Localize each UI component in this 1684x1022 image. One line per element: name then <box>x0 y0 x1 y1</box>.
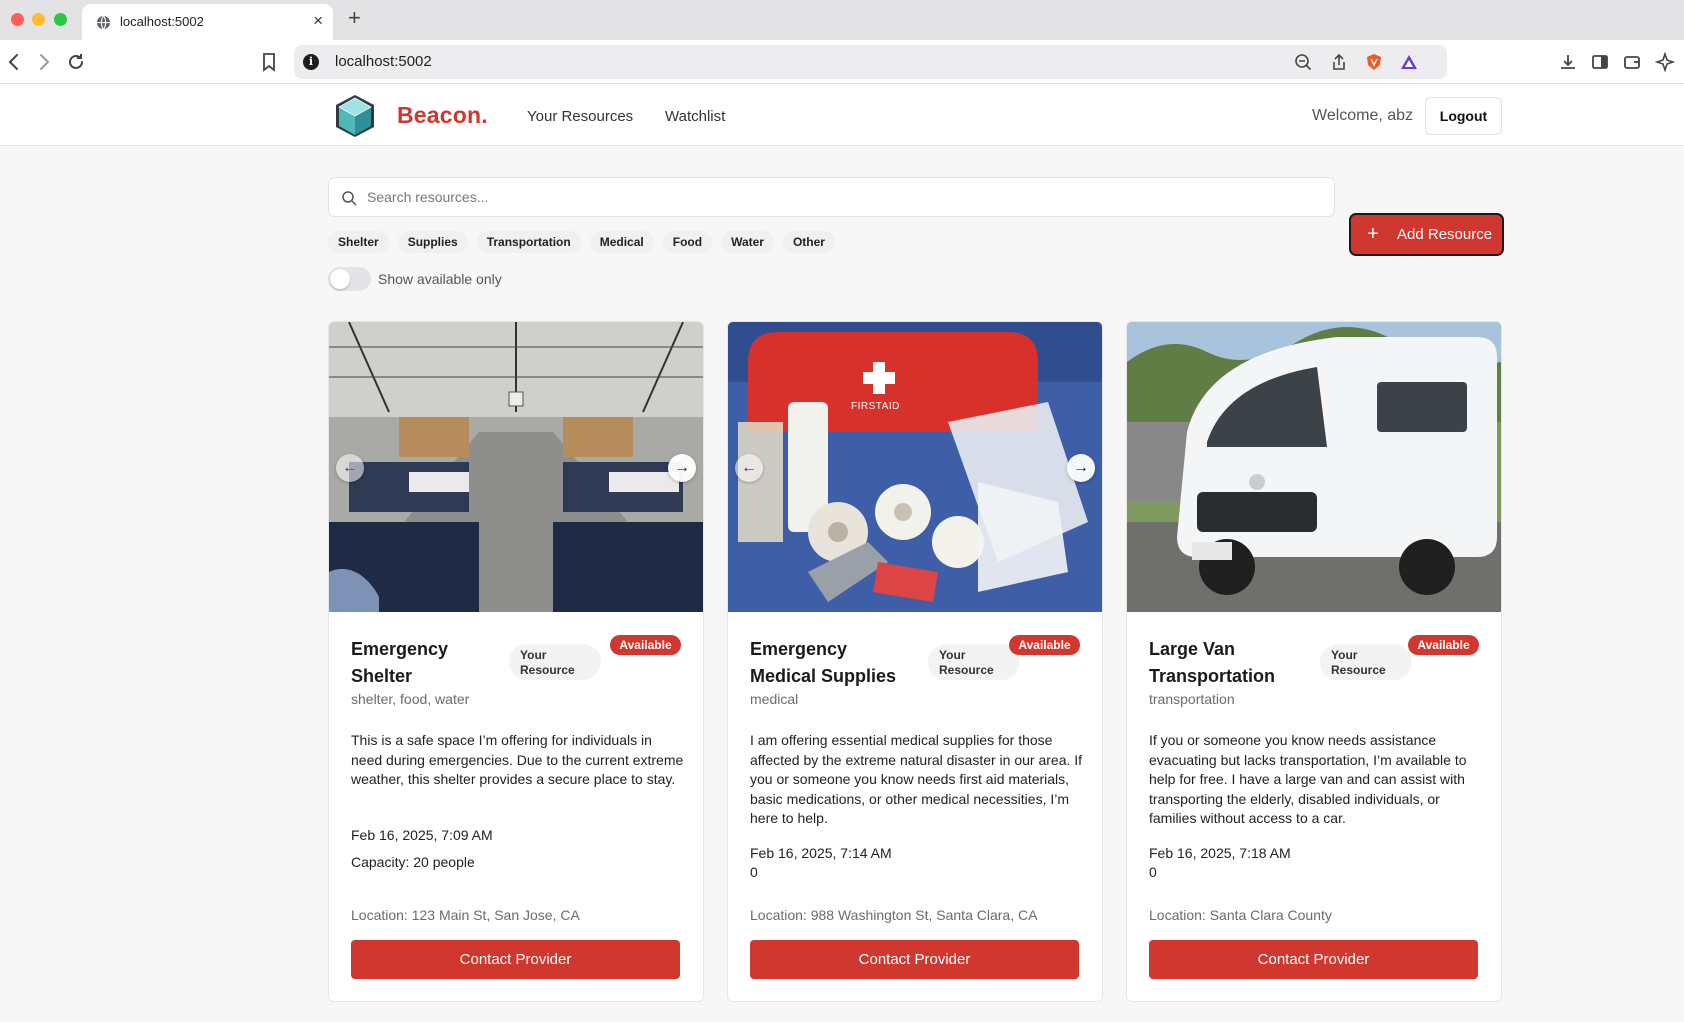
card-extra: 0 <box>750 864 758 880</box>
search-input[interactable] <box>367 178 1317 216</box>
chip-supplies[interactable]: Supplies <box>397 231 468 253</box>
card-capacity: Capacity: 20 people <box>351 854 475 870</box>
chip-shelter[interactable]: Shelter <box>328 231 389 253</box>
app-header: Beacon. Your Resources Watchlist Welcome… <box>0 84 1684 146</box>
sidebar-icon[interactable] <box>1590 52 1610 72</box>
browser-toolbar: i localhost:5002 <box>0 40 1684 84</box>
browser-tab-bar: localhost:5002 × + <box>0 0 1684 40</box>
resource-card: ← → Emergency Shelter Your Resource Avai… <box>328 321 704 1002</box>
leo-ai-icon[interactable] <box>1655 52 1675 72</box>
welcome-text: Welcome, abz <box>1312 107 1414 124</box>
next-image-button[interactable]: → <box>1067 454 1095 482</box>
card-location: Location: 988 Washington St, Santa Clara… <box>750 907 1038 923</box>
plus-icon: + <box>1367 223 1379 245</box>
status-badge: Available <box>1009 635 1080 655</box>
card-description: If you or someone you know needs assista… <box>1149 732 1467 826</box>
add-resource-button[interactable]: + Add Resource <box>1349 213 1504 256</box>
card-date: Feb 16, 2025, 7:14 AM <box>750 845 892 861</box>
reload-icon[interactable] <box>66 52 86 72</box>
status-badge: Available <box>610 635 681 655</box>
card-date: Feb 16, 2025, 7:18 AM <box>1149 845 1291 861</box>
your-resource-badge: Your Resource <box>928 644 1020 680</box>
close-window-button[interactable] <box>11 13 24 26</box>
van-photo <box>1127 322 1501 612</box>
share-icon[interactable] <box>1330 53 1348 71</box>
previous-image-button[interactable]: ← <box>336 454 364 482</box>
shelter-photo <box>329 322 703 612</box>
card-categories: transportation <box>1149 691 1235 707</box>
bookmark-icon[interactable] <box>259 52 279 72</box>
add-resource-label: Add Resource <box>1397 226 1493 243</box>
card-location: Location: 123 Main St, San Jose, CA <box>351 907 580 923</box>
brave-rewards-icon[interactable] <box>1400 53 1418 71</box>
available-only-label: Show available only <box>378 271 502 287</box>
back-icon[interactable] <box>4 52 24 72</box>
new-tab-icon[interactable]: + <box>348 6 361 30</box>
site-info-icon[interactable]: i <box>303 54 319 70</box>
tab-title: localhost:5002 <box>120 14 204 29</box>
nav-watchlist[interactable]: Watchlist <box>665 108 725 125</box>
resource-image <box>1127 322 1501 612</box>
card-title: Large Van Transportation <box>1149 639 1276 686</box>
card-description: I am offering essential medical supplies… <box>750 732 1083 826</box>
card-categories: medical <box>750 691 799 707</box>
minimize-window-button[interactable] <box>32 13 45 26</box>
logout-button[interactable]: Logout <box>1425 97 1502 135</box>
your-resource-badge: Your Resource <box>1320 644 1412 680</box>
resource-card: Large Van Transportation Your Resource A… <box>1126 321 1502 1002</box>
search-icon <box>342 191 357 206</box>
zoom-out-icon[interactable] <box>1294 53 1312 71</box>
brave-shield-icon[interactable] <box>1365 53 1383 71</box>
forward-icon[interactable] <box>34 52 54 72</box>
chip-medical[interactable]: Medical <box>589 231 654 253</box>
brand-name[interactable]: Beacon. <box>397 102 488 129</box>
first-aid-photo <box>728 322 1102 612</box>
chip-food[interactable]: Food <box>662 231 713 253</box>
download-icon[interactable] <box>1558 52 1578 72</box>
chip-transportation[interactable]: Transportation <box>476 231 581 253</box>
chip-water[interactable]: Water <box>721 231 774 253</box>
wallet-icon[interactable] <box>1622 52 1642 72</box>
beacon-logo-icon[interactable] <box>331 92 379 140</box>
nav-your-resources[interactable]: Your Resources <box>527 108 633 125</box>
first-aid-bag-label: FIRSTAID <box>851 401 900 412</box>
globe-icon <box>96 15 111 30</box>
contact-provider-button[interactable]: Contact Provider <box>1149 940 1478 979</box>
contact-provider-button[interactable]: Contact Provider <box>750 940 1079 979</box>
your-resource-badge: Your Resource <box>509 644 601 680</box>
contact-provider-button[interactable]: Contact Provider <box>351 940 680 979</box>
maximize-window-button[interactable] <box>54 13 67 26</box>
card-title: Emergency Medical Supplies <box>750 639 897 686</box>
search-box <box>328 177 1335 217</box>
card-description: This is a safe space I’m offering for in… <box>351 732 684 787</box>
status-badge: Available <box>1408 635 1479 655</box>
card-extra: 0 <box>1149 864 1157 880</box>
chip-other[interactable]: Other <box>782 231 835 253</box>
browser-tab[interactable]: localhost:5002 × <box>82 4 333 40</box>
toggle-knob <box>330 269 350 289</box>
address-bar[interactable]: i localhost:5002 <box>294 45 1447 79</box>
category-filters: Shelter Supplies Transportation Medical … <box>328 231 835 253</box>
url-text[interactable]: localhost:5002 <box>335 53 432 70</box>
resource-image: FIRSTAID <box>728 322 1102 612</box>
next-image-button[interactable]: → <box>668 454 696 482</box>
card-date: Feb 16, 2025, 7:09 AM <box>351 827 493 843</box>
resource-image <box>329 322 703 612</box>
card-categories: shelter, food, water <box>351 691 470 707</box>
available-only-toggle[interactable] <box>328 267 371 291</box>
close-tab-icon[interactable]: × <box>313 12 323 30</box>
resource-card: FIRSTAID ← → Emergency Medical Supplies … <box>727 321 1103 1002</box>
previous-image-button[interactable]: ← <box>735 454 763 482</box>
card-title: Emergency Shelter <box>351 639 449 686</box>
card-location: Location: Santa Clara County <box>1149 907 1332 923</box>
